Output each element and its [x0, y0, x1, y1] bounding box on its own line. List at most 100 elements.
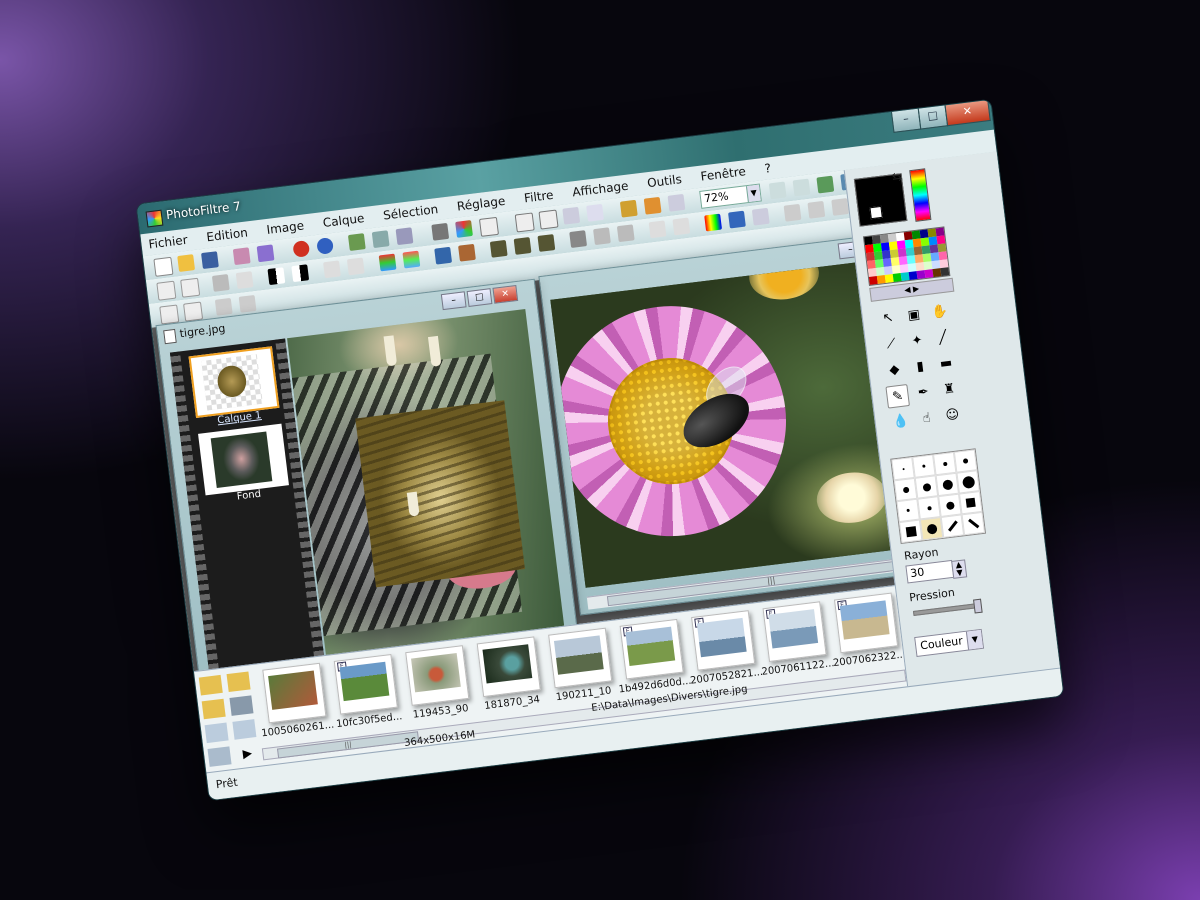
thumbnail-item[interactable]: E	[833, 592, 899, 654]
play-icon[interactable]: ▶	[235, 743, 259, 764]
zoom-in-icon[interactable]	[768, 181, 787, 200]
saturation-up-icon[interactable]	[402, 250, 421, 269]
undo-icon[interactable]	[292, 239, 311, 258]
copy-icon[interactable]	[371, 230, 390, 249]
thumbnail-item[interactable]: E	[333, 653, 398, 715]
contrast-up-icon[interactable]	[291, 264, 310, 283]
thumbnail-item[interactable]: E	[619, 618, 684, 680]
brush-size-option[interactable]	[961, 511, 985, 536]
drop-icon[interactable]	[593, 227, 611, 246]
close-button[interactable]: ✕	[944, 100, 991, 127]
stamp-tool-icon[interactable]: ♜	[937, 378, 962, 403]
print-icon[interactable]	[232, 247, 251, 266]
auto-level-icon[interactable]	[180, 277, 201, 298]
flip-h-icon[interactable]	[783, 203, 802, 222]
text-icon[interactable]	[586, 203, 604, 222]
chevron-down-icon[interactable]: ▼	[965, 629, 983, 650]
contrast-down-icon[interactable]	[267, 267, 286, 286]
gallery-icon[interactable]	[619, 199, 638, 218]
radius-input[interactable]: 30 ▲ ▼	[905, 559, 968, 584]
triangle-alt-icon[interactable]	[672, 217, 691, 236]
eyedropper-tool-icon[interactable]: ⟋	[879, 332, 904, 357]
brush-size-option[interactable]	[896, 498, 920, 523]
mask-icon[interactable]	[431, 222, 450, 241]
thumbnail-item[interactable]	[262, 662, 327, 724]
pressure-slider[interactable]	[912, 598, 983, 617]
portrait-tool-icon[interactable]: ☺	[940, 404, 965, 429]
line-tool-icon[interactable]: ╱	[931, 326, 956, 351]
duplicate-icon[interactable]	[395, 227, 414, 246]
scan-icon[interactable]	[256, 244, 275, 263]
blur-grid-icon[interactable]	[537, 234, 556, 252]
brush-size-option[interactable]	[912, 454, 936, 478]
gamma-up-icon[interactable]	[346, 257, 365, 276]
auto-contrast-icon[interactable]	[156, 280, 177, 301]
hand-tool-icon[interactable]: ✋	[928, 300, 953, 325]
mode-select[interactable]: Couleur ▼	[914, 628, 985, 657]
gamma-auto-icon[interactable]	[159, 304, 180, 325]
frame-icon[interactable]	[514, 212, 535, 233]
doc-close-button[interactable]: ✕	[492, 284, 519, 304]
rgb-levels-icon[interactable]	[458, 243, 476, 262]
crop-icon[interactable]	[538, 209, 559, 230]
plugin-icon[interactable]	[643, 196, 662, 215]
brush-size-option[interactable]	[956, 470, 980, 494]
thumbnail-item[interactable]	[405, 645, 470, 706]
fx-icon[interactable]	[478, 216, 500, 237]
brush-size-option-selected[interactable]	[919, 516, 944, 541]
layer-item-fond[interactable]	[198, 423, 289, 496]
brush-tool-icon[interactable]: ✎	[885, 384, 910, 409]
pen-tool-icon[interactable]: ✒	[911, 381, 936, 406]
color-palette[interactable]	[862, 226, 951, 286]
color-balance-icon[interactable]	[704, 213, 723, 232]
rotate-left-icon[interactable]	[831, 198, 850, 216]
filter-icon[interactable]	[207, 746, 232, 767]
chevron-down-icon[interactable]: ▼	[745, 184, 761, 203]
folder-open-icon[interactable]	[201, 698, 226, 720]
batch-icon[interactable]	[667, 193, 686, 212]
brightness-up-icon[interactable]	[235, 271, 254, 289]
new-file-icon[interactable]	[153, 256, 174, 277]
pointer-tool-icon[interactable]: ↖	[876, 307, 901, 332]
brush-size-option[interactable]	[933, 451, 957, 476]
brush-size-option[interactable]	[891, 457, 915, 481]
open-folder-icon[interactable]	[177, 254, 196, 272]
minimize-button[interactable]: –	[890, 108, 922, 133]
paste-image-icon[interactable]	[347, 233, 366, 251]
brush-size-option[interactable]	[917, 496, 941, 520]
eraser-tool-icon[interactable]: ▬	[934, 352, 959, 377]
brush-size-option[interactable]	[953, 449, 978, 473]
resize-icon[interactable]	[562, 206, 581, 225]
soften-icon[interactable]	[616, 224, 635, 243]
tiger-image[interactable]	[287, 309, 565, 656]
color-grid-icon[interactable]	[455, 220, 473, 238]
gamma-down-icon[interactable]	[323, 260, 341, 279]
sharpen-icon[interactable]	[569, 230, 588, 249]
brush-size-option[interactable]	[958, 491, 983, 515]
color-auto-icon[interactable]	[183, 301, 204, 322]
brush-size-option[interactable]	[935, 472, 959, 497]
swap-colors-icon[interactable]: ⇆	[891, 169, 903, 184]
transform-icon[interactable]	[751, 207, 770, 226]
background-color-swatch[interactable]	[869, 205, 883, 220]
blur-tool-icon[interactable]: 💧	[889, 410, 914, 435]
select-tool-icon[interactable]: ▣	[902, 303, 927, 328]
mosaic-icon[interactable]	[513, 237, 532, 255]
document-window-tiger[interactable]: tigre.jpg – □ ✕ Calque 1 Fond	[155, 278, 579, 679]
menu-help[interactable]: ?	[756, 157, 779, 179]
saturation-down-icon[interactable]	[378, 253, 397, 272]
doc-minimize-button[interactable]: –	[440, 291, 467, 311]
magic-wand-tool-icon[interactable]: ✦	[905, 329, 930, 354]
thumbnail-item[interactable]: E	[691, 610, 756, 671]
thumbnail-item[interactable]	[548, 627, 613, 689]
folder-tree-icon[interactable]	[198, 674, 223, 696]
brush-size-option[interactable]	[940, 514, 965, 538]
histogram-icon[interactable]	[434, 246, 453, 265]
fill-tool-icon[interactable]: ◆	[882, 358, 907, 383]
hue-bar[interactable]	[909, 168, 932, 222]
triangle-icon[interactable]	[648, 220, 667, 239]
brush-size-option[interactable]	[914, 475, 939, 499]
brush-size-option[interactable]	[893, 477, 918, 502]
brightness-down-icon[interactable]	[211, 274, 230, 292]
layer-item-calque1[interactable]	[188, 346, 280, 418]
